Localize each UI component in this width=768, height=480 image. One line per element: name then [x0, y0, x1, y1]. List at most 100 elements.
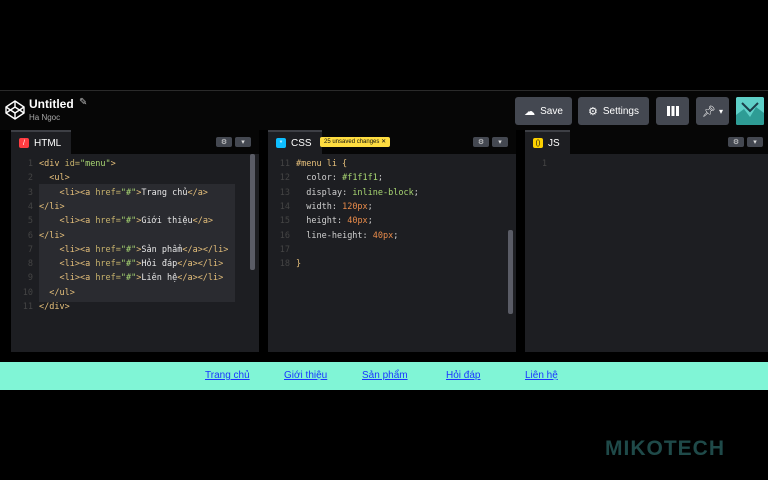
tab-js[interactable]: () JS: [525, 130, 570, 154]
html-editor-panel: / HTML ⚙ ▾ 1 <div id="menu"> 2 <ul> 3 <li><…: [11, 130, 259, 352]
code-token: display:: [306, 187, 353, 198]
line-number: 1: [541, 159, 547, 169]
settings-button-label: Settings: [602, 105, 639, 117]
unsaved-changes-badge[interactable]: 25 unsaved changes ✕: [320, 137, 391, 147]
html-settings-gear-icon[interactable]: ⚙: [216, 137, 232, 147]
result-preview: Trang chủ Giới thiệu Sản phẩm Hỏi đáp Li…: [0, 362, 768, 390]
css-scrollbar[interactable]: [508, 230, 513, 314]
css-collapse-chevron-icon[interactable]: ▾: [492, 137, 508, 147]
tab-html[interactable]: / HTML: [11, 130, 72, 154]
code-text: line-height: 40px;: [296, 229, 398, 243]
settings-button[interactable]: ⚙ Settings: [578, 97, 649, 125]
line-number: 7: [27, 244, 33, 255]
code-token: href=: [95, 273, 121, 284]
codepen-logo-icon[interactable]: [5, 100, 25, 120]
close-icon[interactable]: ✕: [381, 139, 386, 145]
line-number: 13: [279, 187, 290, 198]
code-text: display: inline-block;: [296, 186, 419, 200]
html-code-area[interactable]: 1 <div id="menu"> 2 <ul> 3 <li><a href="#">…: [11, 154, 259, 352]
gear-icon: ⚙: [587, 105, 598, 118]
code-token: "#": [120, 244, 137, 255]
code-token: </a></li>: [177, 273, 224, 284]
code-text: <li><a href="#">Giới thiệu</a>: [39, 214, 213, 228]
avatar[interactable]: [736, 97, 764, 125]
css-code-area[interactable]: 11 #menu li {12 color: #f1f1f1; 13 display…: [268, 154, 516, 352]
editor-header: Untitled ✎ Ha Ngoc ☁ Save ⚙ Settings 📌︎ …: [0, 90, 768, 130]
css-editor-panel: * CSS 25 unsaved changes ✕ ⚙ ▾ 11 #menu l…: [268, 130, 516, 352]
code-token: href=: [95, 187, 121, 198]
code-text: <ul>: [39, 171, 70, 185]
html-scrollbar[interactable]: [250, 154, 255, 270]
preview-link-trang-chu[interactable]: Trang chủ: [205, 370, 250, 381]
preview-link-hoi-dap[interactable]: Hỏi đáp: [446, 370, 480, 381]
preview-link-san-pham[interactable]: Sản phẩm: [362, 370, 408, 381]
change-view-button[interactable]: [656, 97, 689, 125]
line-number: 18: [279, 259, 290, 270]
code-token: #menu li {: [296, 159, 348, 169]
code-text: <li><a href="#">Trang chủ</a>: [39, 186, 208, 200]
code-token: ;: [367, 201, 373, 212]
code-text: #menu li {: [296, 157, 347, 171]
tab-html-label: HTML: [34, 137, 62, 149]
line-number: 2: [27, 173, 33, 184]
pen-title[interactable]: Untitled: [29, 97, 74, 111]
code-text: <li><a href="#">Liên hệ</a></li>: [39, 271, 223, 285]
code-token: </li>: [39, 230, 65, 241]
js-code-area[interactable]: 1: [525, 154, 768, 352]
html-badge-icon: /: [19, 138, 29, 148]
cloud-icon: ☁: [524, 105, 536, 118]
preview-link-lien-he[interactable]: Liên hệ: [525, 370, 558, 381]
line-number: 1: [27, 159, 33, 169]
line-number: 6: [27, 230, 33, 241]
line-number: 5: [27, 216, 33, 227]
code-token: Giới thiệu: [141, 216, 193, 227]
code-text: </ul>: [39, 286, 75, 300]
html-collapse-chevron-icon[interactable]: ▾: [235, 137, 251, 147]
code-text: <li><a href="#">Hỏi đáp</a></li>: [39, 257, 223, 271]
save-button-label: Save: [540, 105, 563, 117]
js-collapse-chevron-icon[interactable]: ▾: [747, 137, 763, 147]
code-token: href=: [95, 216, 121, 227]
code-token: ;: [393, 230, 399, 241]
tab-css[interactable]: * CSS: [268, 130, 322, 154]
code-token: <li><a: [59, 216, 96, 227]
layout-icon: [666, 106, 679, 116]
code-token: "#": [120, 273, 137, 284]
js-settings-gear-icon[interactable]: ⚙: [728, 137, 744, 147]
code-token: >: [110, 159, 116, 169]
code-token: "#": [120, 187, 137, 198]
code-token: </li>: [39, 201, 65, 212]
css-settings-gear-icon[interactable]: ⚙: [473, 137, 489, 147]
line-number: 12: [279, 173, 290, 184]
save-button[interactable]: ☁ Save: [515, 97, 572, 125]
pencil-icon[interactable]: ✎: [79, 97, 87, 108]
code-token: </a>: [187, 187, 208, 198]
code-token: Trang chủ: [141, 187, 188, 198]
top-black-band: [0, 0, 768, 90]
code-token: 40px: [347, 216, 368, 227]
preview-link-gioi-thieu[interactable]: Giới thiệu: [284, 370, 327, 381]
code-token: <ul>: [49, 173, 70, 184]
code-token: "menu": [79, 159, 111, 169]
code-text: color: #f1f1f1;: [296, 171, 383, 185]
code-token: ;: [367, 216, 373, 227]
author-name[interactable]: Ha Ngoc: [29, 113, 60, 122]
pin-button[interactable]: 📌︎ ▾: [696, 97, 729, 125]
avatar-image: [736, 97, 764, 125]
line-number: 3: [27, 187, 33, 198]
code-token: ;: [377, 173, 384, 184]
code-token: </ul>: [49, 287, 75, 298]
code-token: <li><a: [59, 244, 96, 255]
code-token: </a></li>: [177, 259, 224, 270]
tab-css-label: CSS: [291, 137, 312, 149]
code-token: <li><a: [59, 187, 96, 198]
code-token: color:: [306, 173, 343, 184]
js-badge-icon: (): [533, 138, 543, 148]
chevron-down-icon: ▾: [718, 106, 723, 116]
